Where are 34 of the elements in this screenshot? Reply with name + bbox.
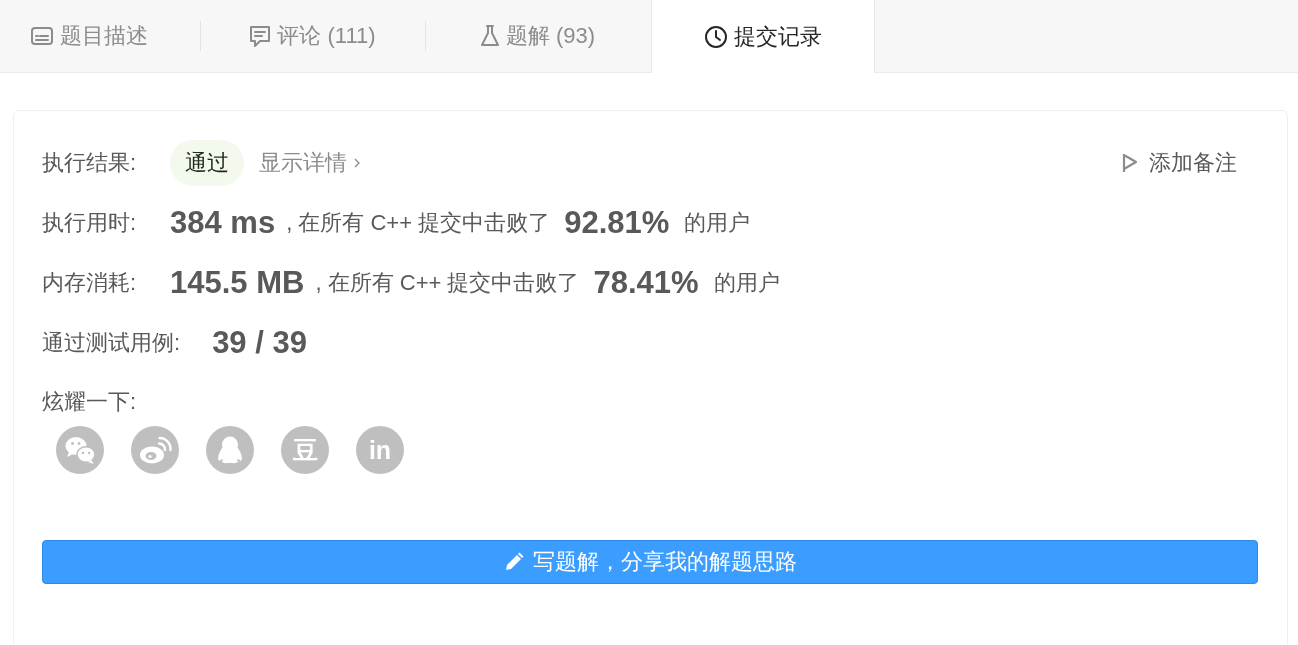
suffix-text: 的用户 bbox=[684, 209, 751, 237]
metric-value: 384 ms bbox=[170, 205, 276, 241]
share-label: 炫耀一下: bbox=[42, 388, 137, 416]
comparison-text: , 在所有 C++ 提交中击败了 bbox=[286, 209, 551, 237]
field-label: 通过测试用例: bbox=[42, 329, 181, 357]
penguin-icon[interactable] bbox=[206, 426, 254, 474]
add-note-button[interactable]: 添加备注 bbox=[1122, 148, 1237, 178]
test-cases-value: 39 / 39 bbox=[212, 325, 307, 361]
tab[interactable]: 评论 (111) bbox=[201, 0, 425, 72]
metric-value: 145.5 MB bbox=[170, 265, 305, 301]
field-label: 内存消耗: bbox=[42, 269, 138, 297]
share-button[interactable]: in bbox=[356, 426, 404, 474]
share-button[interactable]: 豆 bbox=[281, 426, 329, 474]
suffix-text: 的用户 bbox=[713, 269, 780, 297]
tab[interactable]: 提交记录 bbox=[651, 0, 875, 73]
field-label: 执行结果: bbox=[42, 149, 138, 177]
details-link[interactable]: 显示详情 bbox=[259, 148, 360, 178]
comparison-text: , 在所有 C++ 提交中击败了 bbox=[315, 269, 580, 297]
tab[interactable]: 题解 (93) bbox=[426, 0, 650, 72]
flag-icon bbox=[1122, 153, 1138, 173]
percentile-value: 78.41% bbox=[593, 265, 699, 301]
pencil-icon bbox=[503, 552, 524, 572]
comment-icon bbox=[250, 25, 271, 47]
write-solution-button[interactable]: 写题解，分享我的解题思路 bbox=[42, 540, 1258, 584]
percentile-value: 92.81% bbox=[564, 205, 670, 241]
field-label: 执行用时: bbox=[42, 209, 138, 237]
chat-bubbles-icon[interactable] bbox=[56, 426, 104, 474]
eye-swirl-icon[interactable] bbox=[131, 426, 179, 474]
chevron-right-icon bbox=[354, 158, 360, 168]
clock-icon bbox=[704, 25, 727, 48]
card-icon bbox=[30, 27, 53, 45]
flask-icon bbox=[480, 25, 499, 47]
status-badge: 通过 bbox=[170, 140, 244, 186]
tab[interactable]: 题目描述 bbox=[0, 0, 200, 72]
